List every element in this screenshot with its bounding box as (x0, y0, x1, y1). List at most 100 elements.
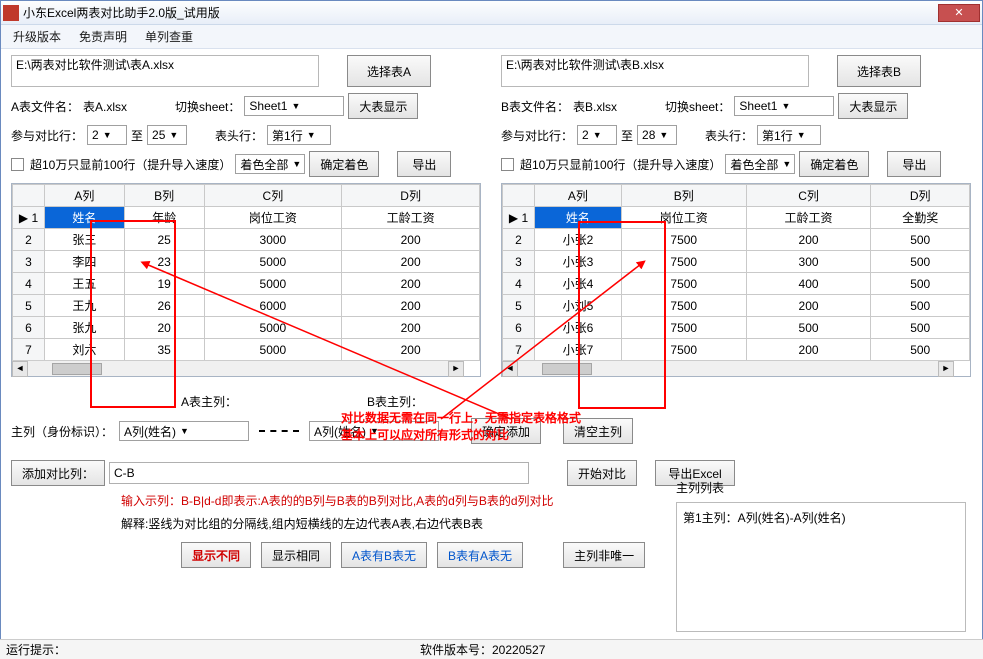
col-header[interactable]: B列 (124, 185, 204, 207)
table-cell[interactable]: 200 (342, 273, 480, 295)
table-cell[interactable]: 7500 (621, 317, 746, 339)
color-b-select[interactable]: 着色全部▼ (725, 154, 795, 174)
table-b[interactable]: A列B列C列D列▶ 1姓名岗位工资工龄工资全勤奖2小张275002005003小… (501, 183, 971, 377)
table-cell[interactable]: 20 (124, 317, 204, 339)
row-header[interactable]: 5 (503, 295, 535, 317)
table-cell[interactable]: 王五 (45, 273, 125, 295)
limit-a-check[interactable] (11, 158, 24, 171)
menu-disclaimer[interactable]: 免责声明 (79, 28, 127, 45)
scroll-b[interactable]: ◄► (502, 360, 954, 376)
table-cell[interactable]: 500 (871, 295, 970, 317)
table-cell[interactable]: 岗位工资 (621, 207, 746, 229)
row-header[interactable]: 3 (13, 251, 45, 273)
sheet-b-select[interactable]: Sheet1▼ (734, 96, 834, 116)
table-cell[interactable]: 200 (342, 317, 480, 339)
menu-single[interactable]: 单列查重 (145, 28, 193, 45)
not-unique-button[interactable]: 主列非唯一 (563, 542, 645, 568)
add-compare-button[interactable]: 添加对比列： (11, 460, 105, 486)
select-b-button[interactable]: 选择表B (837, 55, 921, 87)
table-cell[interactable]: 工龄工资 (746, 207, 871, 229)
table-cell[interactable]: 25 (124, 229, 204, 251)
table-a[interactable]: A列B列C列D列▶ 1姓名年龄岗位工资工龄工资2张三2530002003李四23… (11, 183, 481, 377)
table-cell[interactable]: 500 (871, 339, 970, 361)
table-cell[interactable]: 500 (871, 317, 970, 339)
table-cell[interactable]: 7500 (621, 339, 746, 361)
a-main-select[interactable]: A列(姓名)▼ (119, 421, 249, 441)
table-cell[interactable]: 500 (871, 229, 970, 251)
table-cell[interactable]: 3000 (204, 229, 342, 251)
table-cell[interactable]: 年龄 (124, 207, 204, 229)
table-cell[interactable]: 19 (124, 273, 204, 295)
table-cell[interactable]: 李四 (45, 251, 125, 273)
limit-b-check[interactable] (501, 158, 514, 171)
table-cell[interactable]: 500 (871, 251, 970, 273)
rowfrom-b[interactable]: 2▼ (577, 125, 617, 145)
table-cell[interactable]: 5000 (204, 273, 342, 295)
table-cell[interactable]: 5000 (204, 251, 342, 273)
row-header[interactable]: 3 (503, 251, 535, 273)
table-cell[interactable]: 姓名 (535, 207, 622, 229)
clear-main-button[interactable]: 清空主列 (563, 418, 633, 444)
show-same-button[interactable]: 显示相同 (261, 542, 331, 568)
main-list-box[interactable]: 第1主列：A列(姓名)-A列(姓名) (676, 502, 966, 632)
col-header[interactable] (503, 185, 535, 207)
table-cell[interactable]: 王九 (45, 295, 125, 317)
table-cell[interactable]: 200 (342, 339, 480, 361)
table-cell[interactable]: 7500 (621, 229, 746, 251)
table-cell[interactable]: 500 (871, 273, 970, 295)
b-has-a-no-button[interactable]: B表有A表无 (437, 542, 523, 568)
table-cell[interactable]: 7500 (621, 251, 746, 273)
table-cell[interactable]: 35 (124, 339, 204, 361)
row-header[interactable]: 7 (503, 339, 535, 361)
row-header[interactable]: ▶ 1 (503, 207, 535, 229)
path-b[interactable]: E:\两表对比软件测试\表B.xlsx (501, 55, 809, 87)
row-header[interactable]: 6 (13, 317, 45, 339)
table-cell[interactable]: 500 (746, 317, 871, 339)
table-cell[interactable]: 刘六 (45, 339, 125, 361)
rowfrom-a[interactable]: 2▼ (87, 125, 127, 145)
table-cell[interactable]: 200 (746, 229, 871, 251)
start-compare-button[interactable]: 开始对比 (567, 460, 637, 486)
table-cell[interactable]: 小张6 (535, 317, 622, 339)
table-cell[interactable]: 200 (342, 251, 480, 273)
close-button[interactable]: ✕ (938, 4, 980, 22)
b-main-select[interactable]: A列(姓名)▼ (309, 421, 439, 441)
table-cell[interactable]: 7500 (621, 295, 746, 317)
rowto-a[interactable]: 25▼ (147, 125, 187, 145)
table-cell[interactable]: 7500 (621, 273, 746, 295)
path-a[interactable]: E:\两表对比软件测试\表A.xlsx (11, 55, 319, 87)
col-header[interactable]: D列 (342, 185, 480, 207)
col-header[interactable]: B列 (621, 185, 746, 207)
show-diff-button[interactable]: 显示不同 (181, 542, 251, 568)
row-header[interactable]: 2 (503, 229, 535, 251)
table-cell[interactable]: 5000 (204, 339, 342, 361)
table-cell[interactable]: 工龄工资 (342, 207, 480, 229)
row-header[interactable]: 2 (13, 229, 45, 251)
a-has-b-no-button[interactable]: A表有B表无 (341, 542, 427, 568)
table-cell[interactable]: 岗位工资 (204, 207, 342, 229)
bigshow-a-button[interactable]: 大表显示 (348, 93, 418, 119)
add-confirm-button[interactable]: 确定添加 (471, 418, 541, 444)
table-cell[interactable]: 张三 (45, 229, 125, 251)
confirmcolor-a[interactable]: 确定着色 (309, 151, 379, 177)
table-cell[interactable]: 6000 (204, 295, 342, 317)
table-cell[interactable]: 200 (746, 339, 871, 361)
table-cell[interactable]: 200 (342, 229, 480, 251)
row-header[interactable]: ▶ 1 (13, 207, 45, 229)
col-header[interactable]: A列 (535, 185, 622, 207)
row-header[interactable]: 4 (13, 273, 45, 295)
sheet-a-select[interactable]: Sheet1▼ (244, 96, 344, 116)
color-a-select[interactable]: 着色全部▼ (235, 154, 305, 174)
col-header[interactable]: C列 (204, 185, 342, 207)
col-header[interactable]: A列 (45, 185, 125, 207)
row-header[interactable]: 5 (13, 295, 45, 317)
menu-upgrade[interactable]: 升级版本 (13, 28, 61, 45)
row-header[interactable]: 4 (503, 273, 535, 295)
table-cell[interactable]: 400 (746, 273, 871, 295)
table-cell[interactable]: 200 (746, 295, 871, 317)
table-cell[interactable]: 小刘5 (535, 295, 622, 317)
table-cell[interactable]: 姓名 (45, 207, 125, 229)
table-cell[interactable]: 小张2 (535, 229, 622, 251)
table-cell[interactable]: 23 (124, 251, 204, 273)
col-header[interactable] (13, 185, 45, 207)
